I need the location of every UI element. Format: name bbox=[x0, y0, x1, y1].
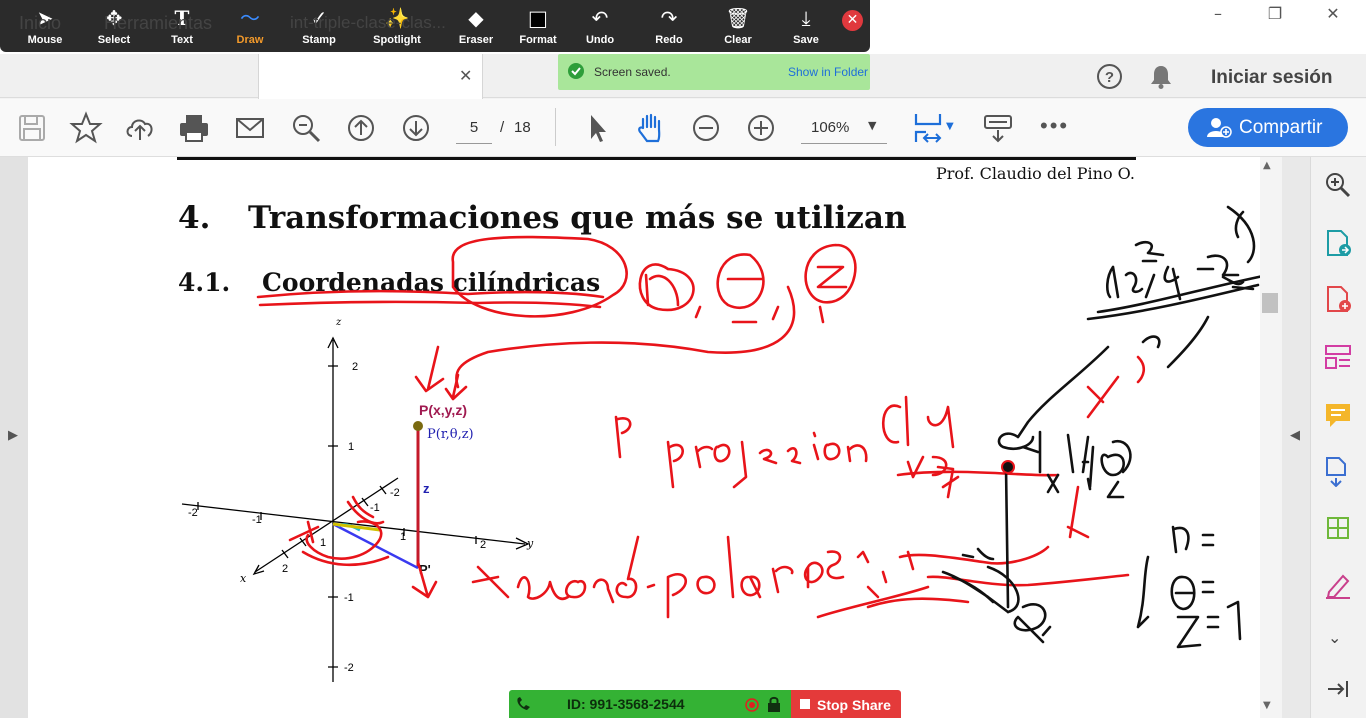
tool-save[interactable]: ⤓ Save bbox=[780, 6, 832, 50]
tool-draw[interactable]: 〜 Draw bbox=[224, 6, 276, 50]
stop-square-icon bbox=[800, 699, 810, 709]
zoom-search-icon[interactable] bbox=[1323, 170, 1353, 200]
star-icon[interactable] bbox=[68, 110, 104, 146]
check-circle-icon bbox=[568, 63, 584, 79]
page-total: 18 bbox=[514, 119, 531, 136]
create-pdf-icon[interactable] bbox=[1323, 284, 1353, 314]
keyboard-tools-icon[interactable] bbox=[980, 110, 1016, 146]
stop-share-label[interactable]: Stop Share bbox=[817, 697, 891, 713]
export-pdf-icon[interactable] bbox=[1323, 228, 1353, 258]
collapse-right-icon[interactable]: ◀ bbox=[1290, 428, 1300, 443]
tool-label: Undo bbox=[585, 34, 615, 46]
trash-icon: 🗑 bbox=[725, 6, 751, 30]
help-icon[interactable]: ? bbox=[1096, 63, 1123, 90]
share-button-label[interactable]: Compartir bbox=[1239, 117, 1322, 139]
organize-pages-icon[interactable] bbox=[1323, 342, 1353, 372]
edit-pdf-icon[interactable] bbox=[1323, 513, 1353, 543]
zoom-value[interactable]: 106% bbox=[811, 119, 849, 136]
tab-document-label[interactable]: int-triple-clase-clas... bbox=[290, 13, 446, 33]
expand-left-icon[interactable]: ▶ bbox=[8, 428, 18, 443]
tab-close-icon[interactable]: ✕ bbox=[459, 66, 472, 85]
tool-label: Spotlight bbox=[373, 34, 421, 46]
vertical-scrollbar[interactable] bbox=[1260, 157, 1282, 718]
select-cursor-icon[interactable] bbox=[580, 110, 616, 146]
eraser-icon: ◆ bbox=[468, 6, 484, 30]
tab-home[interactable]: Inicio bbox=[19, 13, 61, 34]
chevron-down-icon[interactable]: ▼ bbox=[868, 119, 876, 132]
save-disk-icon[interactable] bbox=[14, 110, 50, 146]
tool-label: Redo bbox=[655, 34, 683, 46]
cloud-upload-icon[interactable] bbox=[122, 110, 158, 146]
collapse-panel-icon[interactable] bbox=[1325, 678, 1351, 700]
bell-icon[interactable] bbox=[1148, 63, 1174, 90]
add-user-icon bbox=[1207, 118, 1232, 138]
print-icon[interactable] bbox=[176, 110, 212, 146]
close-annotation-icon[interactable]: ✕ bbox=[842, 10, 863, 31]
draw-squiggle-icon: 〜 bbox=[240, 6, 260, 30]
scroll-up-icon[interactable]: ▲ bbox=[1263, 160, 1271, 171]
zoom-out-icon[interactable] bbox=[688, 110, 724, 146]
tool-eraser[interactable]: ◆ Eraser bbox=[449, 6, 503, 50]
mail-icon[interactable] bbox=[232, 110, 268, 146]
signin-link[interactable]: Iniciar sesión bbox=[1211, 67, 1332, 89]
tool-redo[interactable]: ↷ Redo bbox=[643, 6, 695, 50]
scroll-thumb[interactable] bbox=[1262, 293, 1278, 313]
tool-label: Select bbox=[97, 34, 131, 46]
meeting-id: ID: 991-3568-2544 bbox=[567, 696, 685, 712]
compress-pdf-icon[interactable] bbox=[1323, 455, 1353, 487]
tab-document[interactable] bbox=[258, 54, 483, 99]
toolbar-divider bbox=[555, 108, 556, 146]
tool-label: Mouse bbox=[27, 34, 63, 46]
save-download-icon: ⤓ bbox=[801, 6, 811, 30]
close-window-icon[interactable]: ✕ bbox=[1313, 0, 1353, 30]
phone-icon[interactable] bbox=[515, 696, 533, 712]
fill-sign-icon[interactable] bbox=[1323, 570, 1353, 600]
tool-format[interactable]: ■ Format bbox=[512, 6, 564, 50]
tool-label: Draw bbox=[236, 34, 264, 46]
tab-tools[interactable]: Herramientas bbox=[104, 13, 212, 34]
search-icon[interactable] bbox=[288, 110, 324, 146]
svg-text:?: ? bbox=[1105, 69, 1114, 86]
show-in-folder-link[interactable]: Show in Folder bbox=[788, 65, 868, 79]
fit-dropdown-icon[interactable]: ▼ bbox=[946, 121, 954, 132]
format-swatch-icon: ■ bbox=[528, 6, 548, 31]
black-ink-layer bbox=[941, 205, 1260, 649]
page-separator: / bbox=[500, 119, 505, 136]
restore-icon[interactable]: ❐ bbox=[1255, 0, 1295, 30]
scroll-down-icon[interactable]: ▼ bbox=[1263, 700, 1271, 711]
toast-message: Screen saved. bbox=[594, 65, 671, 79]
lock-icon bbox=[768, 696, 780, 712]
hand-tool-icon[interactable] bbox=[633, 110, 669, 146]
tool-label: Text bbox=[171, 34, 193, 46]
tool-clear[interactable]: 🗑 Clear bbox=[712, 6, 764, 50]
fit-page-icon[interactable] bbox=[910, 110, 946, 146]
ink-annotations bbox=[256, 205, 1260, 649]
more-options-icon[interactable]: ••• bbox=[1040, 113, 1069, 139]
record-icon[interactable] bbox=[744, 697, 760, 713]
comment-icon[interactable] bbox=[1323, 400, 1353, 430]
tool-undo[interactable]: ↶ Undo bbox=[574, 6, 626, 50]
page-up-icon[interactable] bbox=[343, 110, 379, 146]
tool-label: Clear bbox=[724, 34, 752, 46]
tool-label: Stamp bbox=[302, 34, 336, 46]
undo-icon: ↶ bbox=[591, 6, 609, 30]
page-down-icon[interactable] bbox=[398, 110, 434, 146]
minimize-icon[interactable]: – bbox=[1198, 0, 1238, 30]
tool-label: Eraser bbox=[458, 34, 494, 46]
redo-icon: ↷ bbox=[660, 6, 678, 30]
zoom-in-icon[interactable] bbox=[743, 110, 779, 146]
tool-label: Save bbox=[793, 34, 819, 46]
page-number-input[interactable]: 5 bbox=[456, 114, 492, 144]
more-tools-chevron-icon[interactable]: ⌄ bbox=[1328, 628, 1341, 647]
tool-label: Format bbox=[519, 34, 557, 46]
red-ink-layer bbox=[256, 235, 1146, 619]
